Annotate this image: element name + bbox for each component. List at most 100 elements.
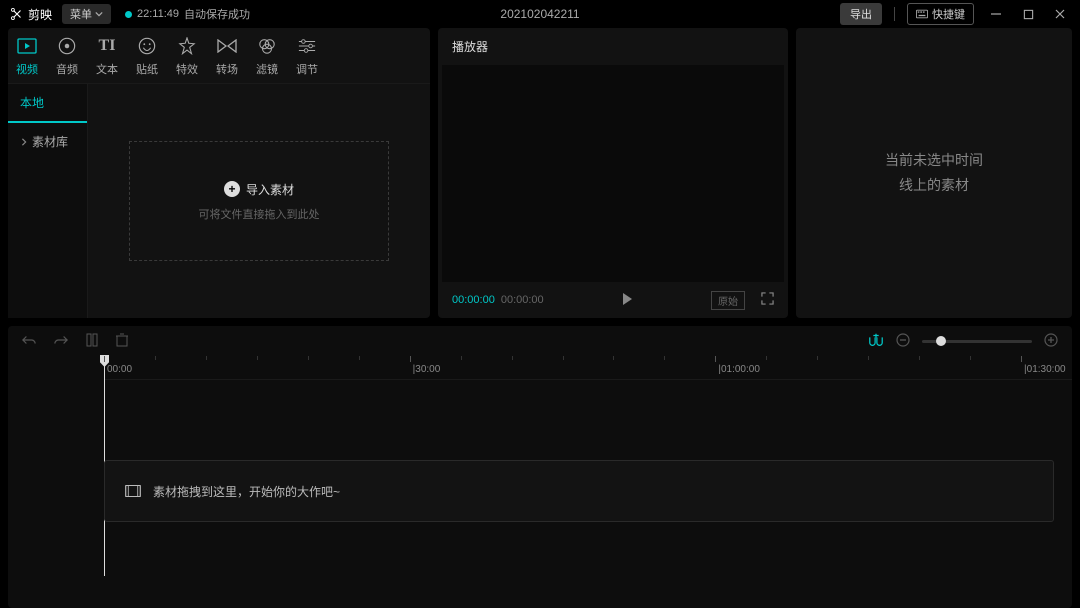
ruler-tick bbox=[664, 356, 665, 379]
aspect-ratio-button[interactable]: 原始 bbox=[711, 291, 745, 310]
maximize-icon bbox=[1023, 9, 1034, 20]
keyboard-icon bbox=[916, 9, 928, 19]
close-button[interactable] bbox=[1050, 4, 1070, 24]
zoom-out-button[interactable] bbox=[896, 333, 910, 350]
fullscreen-button[interactable] bbox=[761, 292, 774, 308]
chevron-down-icon bbox=[95, 10, 103, 18]
redo-icon bbox=[54, 334, 68, 346]
tab-adjust[interactable]: 调节 bbox=[296, 35, 318, 77]
zoom-in-button[interactable] bbox=[1044, 333, 1058, 350]
audio-icon bbox=[56, 35, 78, 57]
import-button[interactable]: + 导入素材 bbox=[224, 181, 294, 198]
tab-label: 调节 bbox=[296, 61, 318, 77]
tab-label: 贴纸 bbox=[136, 61, 158, 77]
delete-button[interactable] bbox=[116, 333, 128, 350]
ruler-tick bbox=[563, 356, 564, 379]
ruler-label: 00:00 bbox=[107, 364, 132, 375]
tab-transition[interactable]: 转场 bbox=[216, 35, 238, 77]
snap-button[interactable] bbox=[868, 333, 884, 350]
ruler-tick bbox=[206, 356, 207, 379]
delete-icon bbox=[116, 333, 128, 347]
tab-label: 文本 bbox=[96, 61, 118, 77]
timeline-ruler[interactable]: 00:00 |30:00 |01:00:00 |01:30:00 bbox=[104, 356, 1072, 380]
tab-text[interactable]: TI 文本 bbox=[96, 35, 118, 77]
inspector-empty-message: 当前未选中时间 线上的素材 bbox=[885, 148, 983, 198]
ruler-tick bbox=[461, 356, 462, 379]
zoom-slider[interactable] bbox=[922, 340, 1032, 343]
drop-hint: 可将文件直接拖入到此处 bbox=[199, 206, 320, 222]
ruler-tick: |30:00 bbox=[410, 356, 441, 379]
ruler-tick bbox=[766, 356, 767, 379]
sidebar-item-library[interactable]: 素材库 bbox=[8, 123, 87, 160]
timeline-tracks[interactable]: 素材拖拽到这里，开始你的大作吧~ bbox=[8, 380, 1072, 608]
ruler-tick bbox=[308, 356, 309, 379]
tab-effect[interactable]: 特效 bbox=[176, 35, 198, 77]
tab-label: 特效 bbox=[176, 61, 198, 77]
transition-icon bbox=[216, 35, 238, 57]
play-button[interactable] bbox=[620, 292, 634, 309]
ruler-tick bbox=[613, 356, 614, 379]
sticker-icon bbox=[136, 35, 158, 57]
minimize-button[interactable] bbox=[986, 4, 1006, 24]
filter-icon bbox=[256, 35, 278, 57]
player-viewport[interactable] bbox=[442, 65, 784, 282]
autosave-status: 22:11:49 自动保存成功 bbox=[125, 6, 250, 22]
ruler-tick bbox=[359, 356, 360, 379]
ruler-tick bbox=[155, 356, 156, 379]
export-button[interactable]: 导出 bbox=[840, 3, 882, 25]
ruler-tick bbox=[512, 356, 513, 379]
timeline-toolbar bbox=[8, 326, 1072, 356]
adjust-icon bbox=[296, 35, 318, 57]
scissors-icon bbox=[10, 7, 24, 21]
ruler-tick bbox=[817, 356, 818, 379]
shortcut-button[interactable]: 快捷键 bbox=[907, 3, 974, 25]
video-icon bbox=[16, 35, 38, 57]
tab-video[interactable]: 视频 bbox=[16, 35, 38, 77]
inspector-line1: 当前未选中时间 bbox=[885, 148, 983, 173]
inspector-panel: 当前未选中时间 线上的素材 bbox=[796, 28, 1072, 318]
inspector-line2: 线上的素材 bbox=[885, 173, 983, 198]
media-drop-area[interactable]: + 导入素材 可将文件直接拖入到此处 bbox=[88, 84, 430, 318]
ruler-tick: |01:00:00 bbox=[715, 356, 760, 379]
media-tabs: 视频 音频 TI 文本 贴纸 特效 转场 bbox=[8, 28, 430, 84]
ruler-tick bbox=[919, 356, 920, 379]
text-icon: TI bbox=[96, 35, 118, 57]
import-label: 导入素材 bbox=[246, 181, 294, 198]
timeline-panel: 00:00 |30:00 |01:00:00 |01:30:00 素材拖拽到这里，开始… bbox=[8, 326, 1072, 608]
sidebar-item-local[interactable]: 本地 bbox=[8, 84, 87, 123]
tab-sticker[interactable]: 贴纸 bbox=[136, 35, 158, 77]
clip-icon bbox=[125, 485, 141, 497]
player-time-current: 00:00:00 bbox=[452, 294, 495, 306]
redo-button[interactable] bbox=[54, 334, 68, 349]
tab-audio[interactable]: 音频 bbox=[56, 35, 78, 77]
track-drop-hint[interactable]: 素材拖拽到这里，开始你的大作吧~ bbox=[104, 460, 1054, 522]
app-name: 剪映 bbox=[28, 6, 52, 23]
menu-button[interactable]: 菜单 bbox=[62, 4, 111, 24]
project-title: 202102042211 bbox=[500, 7, 579, 21]
player-title: 播放器 bbox=[438, 28, 788, 65]
shortcut-label: 快捷键 bbox=[932, 6, 965, 22]
undo-icon bbox=[22, 334, 36, 346]
split-button[interactable] bbox=[86, 333, 98, 350]
player-controls: 00:00:00 00:00:00 原始 bbox=[438, 282, 788, 318]
minimize-icon bbox=[990, 8, 1002, 20]
media-sidebar: 本地 素材库 bbox=[8, 84, 88, 318]
undo-button[interactable] bbox=[22, 334, 36, 349]
autosave-time: 22:11:49 bbox=[137, 8, 179, 20]
ruler-tick bbox=[868, 356, 869, 379]
divider bbox=[894, 7, 895, 21]
menu-label: 菜单 bbox=[70, 6, 92, 22]
ruler-tick: |01:30:00 bbox=[1021, 356, 1066, 379]
fullscreen-icon bbox=[761, 292, 774, 305]
maximize-button[interactable] bbox=[1018, 4, 1038, 24]
tab-filter[interactable]: 滤镜 bbox=[256, 35, 278, 77]
snap-icon bbox=[868, 333, 884, 347]
ruler-tick bbox=[970, 356, 971, 379]
zoom-out-icon bbox=[896, 333, 910, 347]
player-panel: 播放器 00:00:00 00:00:00 原始 bbox=[438, 28, 788, 318]
media-panel: 视频 音频 TI 文本 贴纸 特效 转场 bbox=[8, 28, 430, 318]
split-icon bbox=[86, 333, 98, 347]
ruler-label: |01:00:00 bbox=[718, 364, 760, 375]
zoom-thumb[interactable] bbox=[936, 336, 946, 346]
ruler-label: |01:30:00 bbox=[1024, 364, 1066, 375]
